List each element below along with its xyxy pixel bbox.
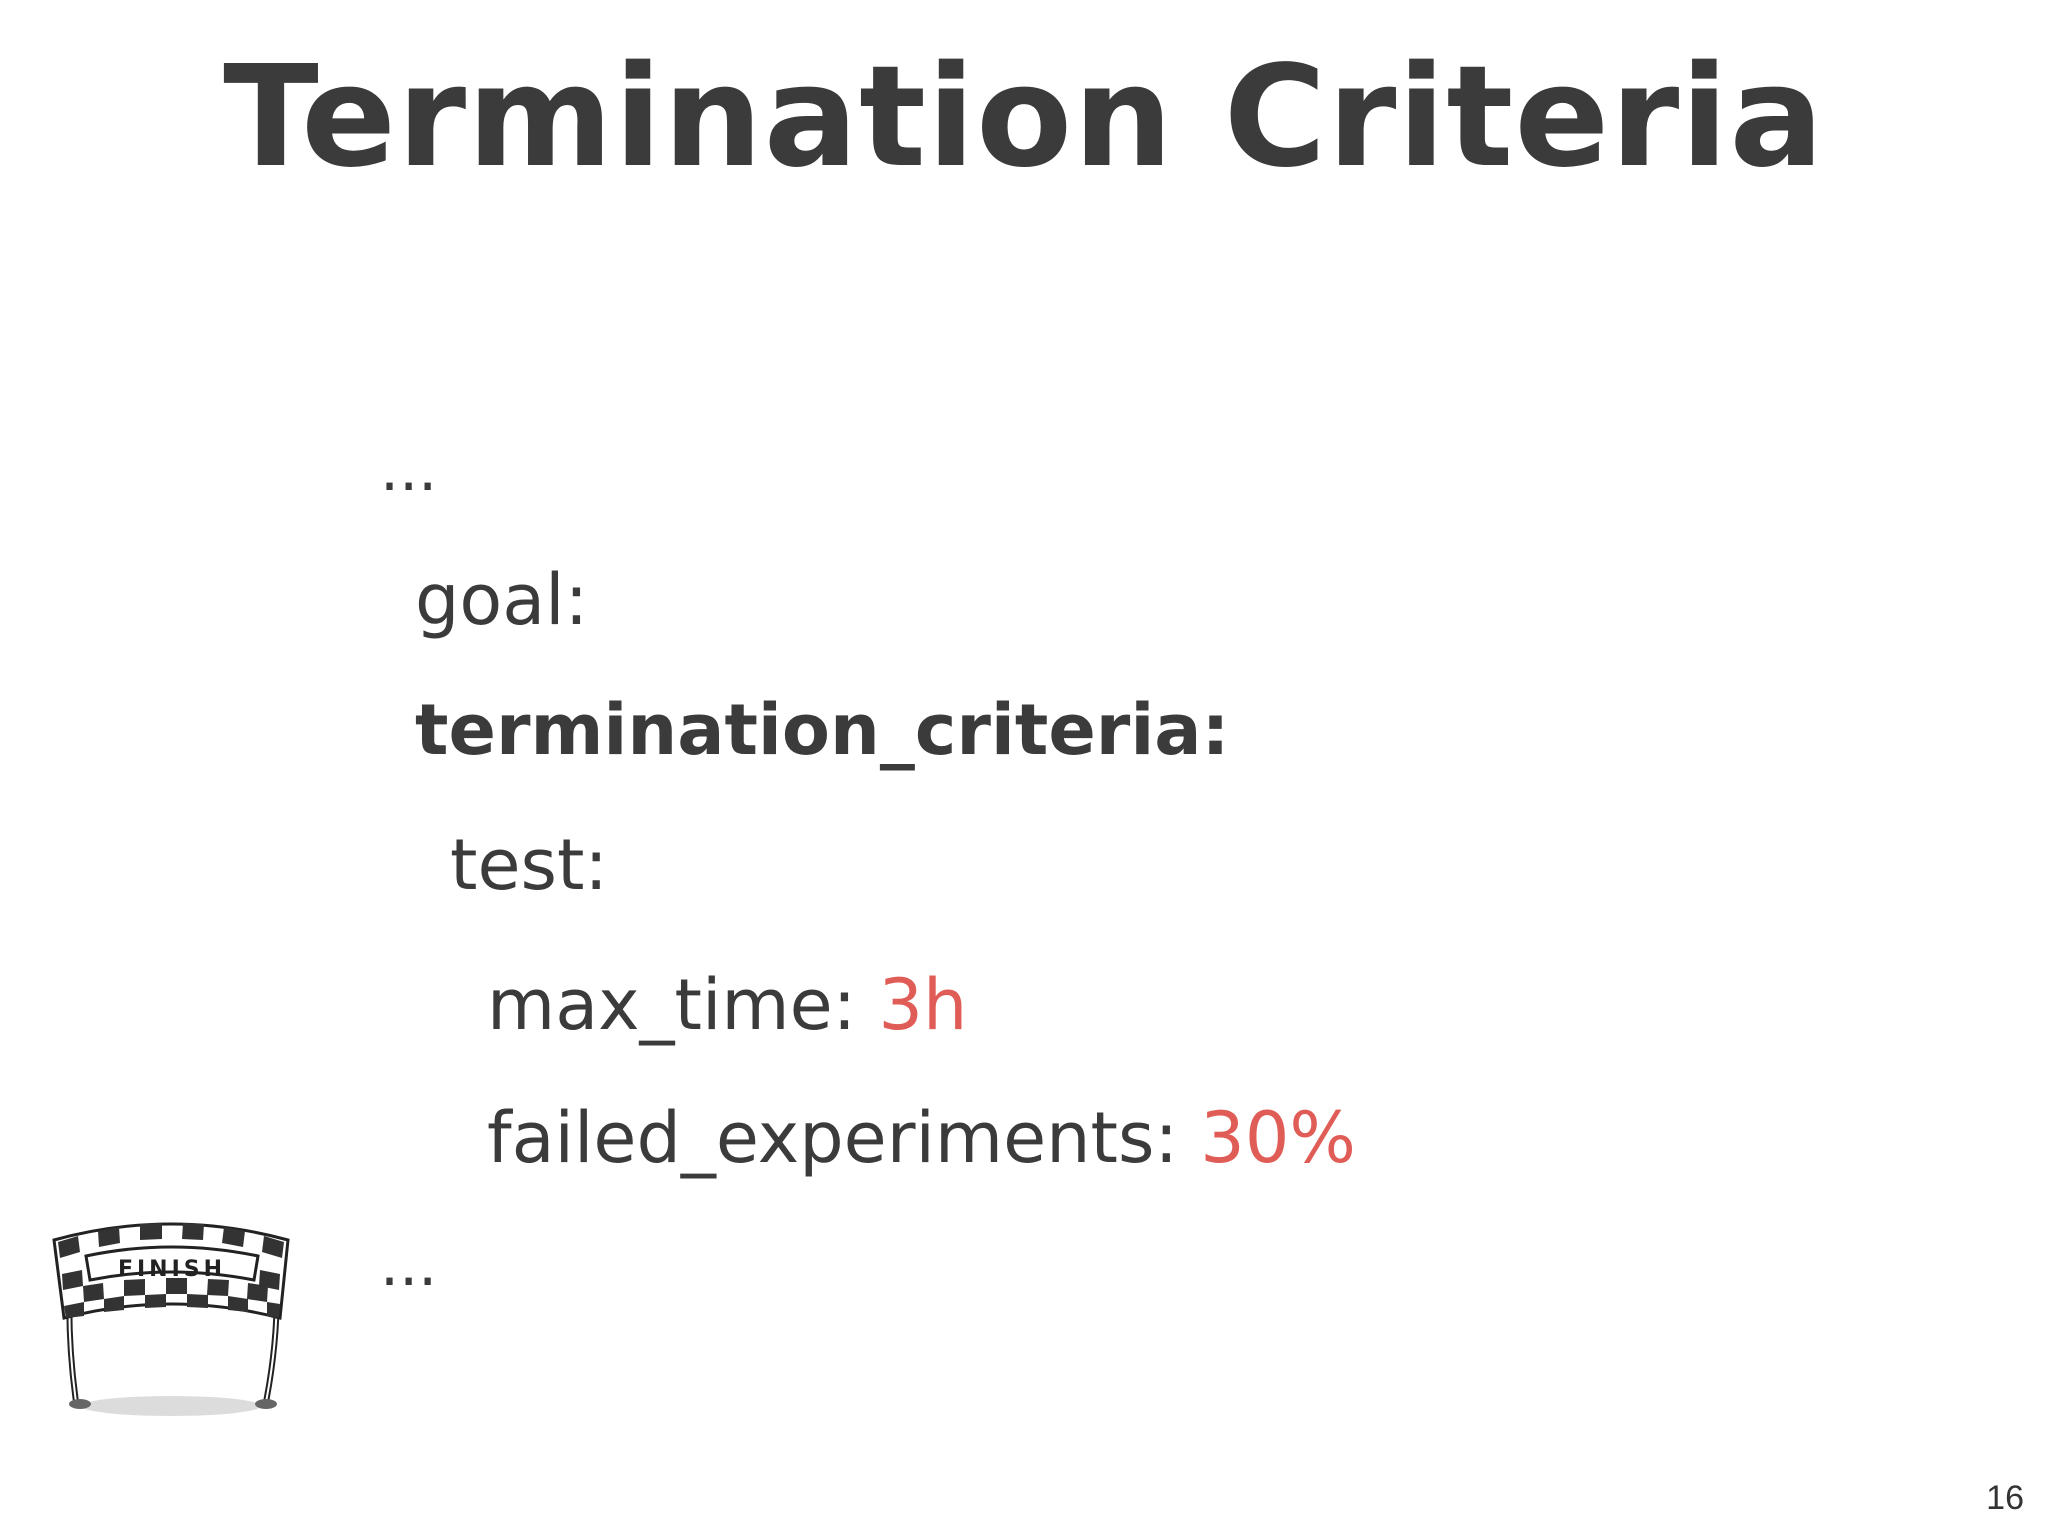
ellipsis-bottom: ... (380, 1230, 438, 1300)
termination-criteria-key: termination_criteria: (415, 689, 1230, 771)
finish-banner-text: FINISH (118, 1257, 226, 1282)
max-time-value: 3h (878, 964, 968, 1046)
max-time-key: max_time: (487, 964, 879, 1046)
failed-experiments-line: failed_experiments: 30% (487, 1103, 1356, 1173)
goal-key: goal: (415, 559, 589, 641)
failed-experiments-key: failed_experiments: (487, 1097, 1201, 1179)
slide-title: Termination Criteria (223, 36, 1825, 199)
finish-line-icon: FINISH (52, 1222, 290, 1416)
slide: Termination Criteria ... goal: terminati… (0, 0, 2048, 1536)
page-number: 16 (1986, 1479, 2024, 1517)
max-time-line: max_time: 3h (487, 970, 967, 1040)
failed-experiments-value: 30% (1200, 1097, 1356, 1179)
test-key: test: (450, 824, 609, 906)
ellipsis-top: ... (380, 435, 438, 505)
